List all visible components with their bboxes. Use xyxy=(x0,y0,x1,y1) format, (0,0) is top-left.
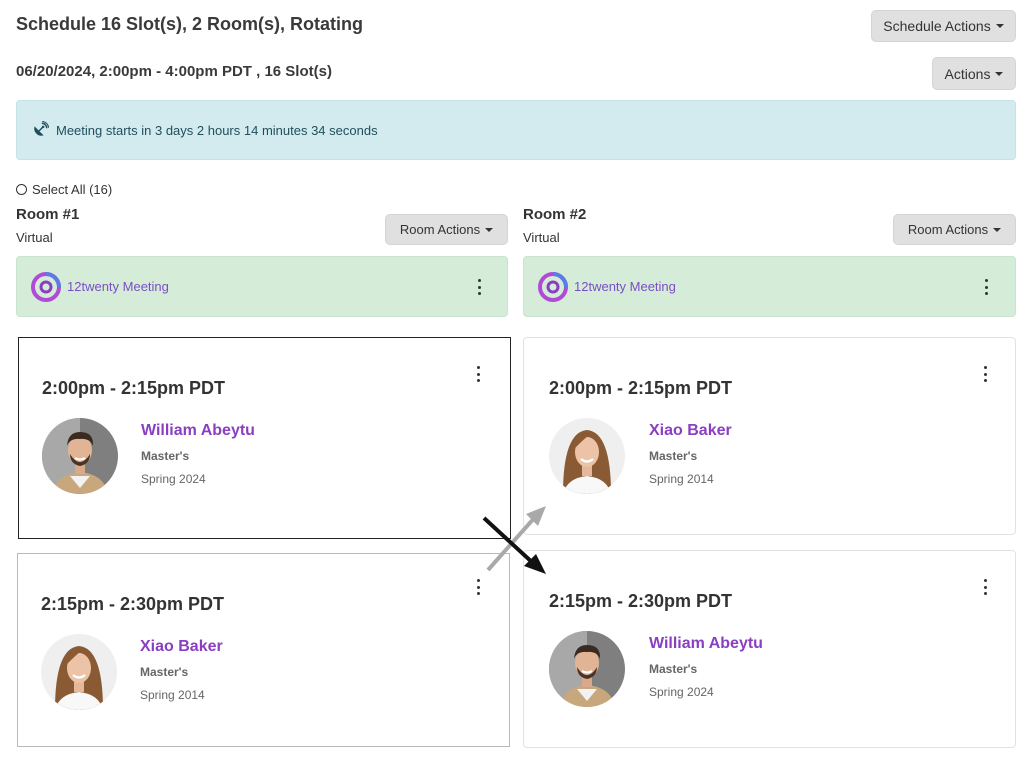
student-name[interactable]: Xiao Baker xyxy=(140,638,223,656)
schedule-subtitle: 06/20/2024, 2:00pm - 4:00pm PDT , 16 Slo… xyxy=(16,63,332,80)
meeting-bar: 12twenty Meeting xyxy=(523,256,1016,317)
schedule-actions-button[interactable]: Schedule Actions xyxy=(871,10,1016,42)
room-actions-button[interactable]: Room Actions xyxy=(893,214,1016,245)
meeting-menu-icon[interactable] xyxy=(476,279,482,295)
student-name[interactable]: William Abeytu xyxy=(649,635,763,653)
room-type: Virtual xyxy=(16,230,53,245)
countdown-text: Meeting starts in 3 days 2 hours 14 minu… xyxy=(56,122,378,138)
student-term: Spring 2014 xyxy=(649,472,714,486)
slot-time: 2:15pm - 2:30pm PDT xyxy=(549,591,733,611)
meeting-menu-icon[interactable] xyxy=(983,279,989,295)
12twenty-logo-icon xyxy=(538,271,568,302)
page-title: Schedule 16 Slot(s), 2 Room(s), Rotating xyxy=(16,14,364,34)
avatar xyxy=(42,418,118,494)
student-degree: Master's xyxy=(649,662,698,676)
slot-time: 2:00pm - 2:15pm PDT xyxy=(549,378,733,398)
select-all-label: Select All (16) xyxy=(32,182,113,197)
room-actions-label: Room Actions xyxy=(907,222,989,237)
slot-card[interactable]: 2:00pm - 2:15pm PDT Xiao Baker Master's … xyxy=(523,337,1016,535)
meeting-link[interactable]: 12twenty Meeting xyxy=(574,279,676,294)
student-term: Spring 2024 xyxy=(649,685,714,699)
room-actions-label: Room Actions xyxy=(399,222,481,237)
student-degree: Master's xyxy=(649,449,698,463)
meeting-countdown-alert: Meeting starts in 3 days 2 hours 14 minu… xyxy=(16,100,1016,160)
slot-time: 2:00pm - 2:15pm PDT xyxy=(42,378,226,398)
meeting-link[interactable]: 12twenty Meeting xyxy=(67,279,169,294)
select-all-radio[interactable] xyxy=(16,184,27,195)
slot-card[interactable]: 2:15pm - 2:30pm PDT Xiao Baker Master's … xyxy=(17,553,510,747)
slot-menu-icon[interactable] xyxy=(982,579,988,595)
student-degree: Master's xyxy=(141,449,190,463)
avatar xyxy=(41,634,117,710)
satellite-dish-icon xyxy=(34,121,49,136)
slot-card[interactable]: 2:15pm - 2:30pm PDT William Abeytu Maste… xyxy=(523,550,1016,748)
room-title: Room #1 xyxy=(16,206,80,223)
slot-time: 2:15pm - 2:30pm PDT xyxy=(41,594,225,614)
student-name[interactable]: William Abeytu xyxy=(141,422,255,440)
caret-down-icon xyxy=(993,227,1002,232)
student-term: Spring 2014 xyxy=(140,688,205,702)
student-name[interactable]: Xiao Baker xyxy=(649,422,732,440)
actions-label: Actions xyxy=(944,65,991,82)
caret-down-icon xyxy=(995,24,1004,28)
room-title: Room #2 xyxy=(523,206,587,223)
slot-menu-icon[interactable] xyxy=(475,366,481,382)
avatar xyxy=(549,631,625,707)
actions-button[interactable]: Actions xyxy=(932,57,1016,90)
caret-down-icon xyxy=(995,71,1004,76)
slot-menu-icon[interactable] xyxy=(982,366,988,382)
student-degree: Master's xyxy=(140,665,189,679)
swap-arrows-icon xyxy=(482,506,546,574)
select-all-toggle[interactable]: Select All (16) xyxy=(16,182,112,197)
meeting-bar: 12twenty Meeting xyxy=(16,256,508,317)
slot-card[interactable]: 2:00pm - 2:15pm PDT William Abeytu Maste… xyxy=(18,337,511,539)
room-actions-button[interactable]: Room Actions xyxy=(385,214,508,245)
caret-down-icon xyxy=(485,227,494,232)
slot-menu-icon[interactable] xyxy=(475,579,481,595)
12twenty-logo-icon xyxy=(31,271,61,302)
room-type: Virtual xyxy=(523,230,560,245)
schedule-actions-label: Schedule Actions xyxy=(883,18,991,34)
avatar xyxy=(549,418,625,494)
student-term: Spring 2024 xyxy=(141,472,206,486)
